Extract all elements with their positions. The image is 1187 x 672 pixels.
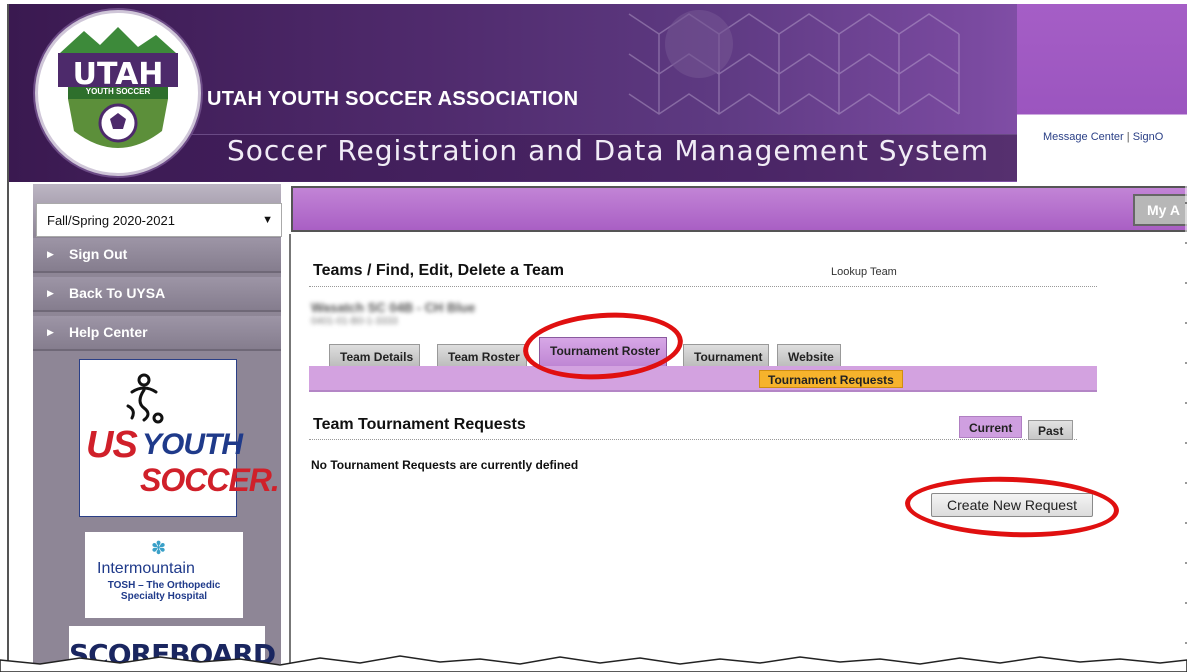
highlight-circle-create-request [904, 473, 1120, 541]
sidebar-item-label: Sign Out [69, 246, 128, 262]
season-select[interactable]: Fall/Spring 2020-2021 ▼ [36, 203, 282, 237]
sidebar: Fall/Spring 2020-2021 ▼ ▶ Sign Out ▶ Bac… [33, 184, 282, 664]
triangle-right-icon: ▶ [47, 288, 54, 298]
tab-team-roster[interactable]: Team Roster [437, 344, 527, 366]
soccer-net-graphic [628, 10, 960, 115]
intermountain-subtitle: TOSH – The Orthopedic Specialty Hospital [107, 580, 221, 602]
main-content: Teams / Find, Edit, Delete a Team Lookup… [289, 234, 1187, 664]
sidebar-item-label: Back To UYSA [69, 285, 166, 301]
utah-youth-soccer-logo: UTAH YOUTH SOCCER [35, 10, 201, 176]
torn-bottom-edge [0, 655, 1187, 672]
system-name: Soccer Registration and Data Management … [227, 134, 990, 167]
tab-website[interactable]: Website [777, 344, 841, 366]
tab-tournament[interactable]: Tournament [683, 344, 770, 366]
my-account-button[interactable]: My A [1133, 194, 1187, 226]
intermountain-name: Intermountain [97, 560, 195, 577]
sign-out-top-link[interactable]: SignO [1133, 131, 1164, 143]
empty-message: No Tournament Requests are currently def… [311, 458, 579, 472]
org-name: UTAH YOUTH SOCCER ASSOCIATION [207, 88, 579, 110]
top-links: Message Center | SignO [1043, 131, 1163, 143]
team-name-blurred: Wasatch SC 04B - CH Blue 0401-01-B0-1-33… [311, 300, 511, 328]
tab-current[interactable]: Current [959, 416, 1023, 438]
sidebar-item-label: Help Center [69, 324, 148, 340]
us-youth-soccer-sponsor[interactable]: US YOUTH SOCCER. [79, 359, 280, 517]
section-title: Team Tournament Requests [313, 416, 526, 433]
site-banner: UTAH YOUTH SOCCER UTAH YOUTH SOCCER ASSO… [9, 4, 1187, 182]
my-account-label: My A [1147, 202, 1180, 218]
banner-right-panel [1017, 4, 1187, 182]
team-name: Wasatch SC 04B - CH Blue [311, 300, 476, 315]
title-divider [309, 286, 1097, 287]
subtab-bar: Tournament Requests [309, 366, 1097, 392]
page-title: Teams / Find, Edit, Delete a Team [313, 262, 565, 279]
content-header-bar: My A [291, 186, 1187, 232]
section-divider [309, 439, 1077, 440]
sidebar-item-help-center[interactable]: ▶ Help Center [33, 316, 281, 351]
soccer-player-icon [126, 373, 164, 424]
usys-soccer-text: SOCCER. [140, 462, 280, 498]
intermountain-sponsor[interactable]: ✽ Intermountain TOSH – The Orthopedic Sp… [85, 532, 243, 618]
triangle-right-icon: ▶ [47, 327, 54, 337]
triangle-right-icon: ▶ [47, 249, 54, 259]
sidebar-item-sign-out[interactable]: ▶ Sign Out [33, 238, 281, 273]
app-frame: UTAH YOUTH SOCCER UTAH YOUTH SOCCER ASSO… [7, 4, 1187, 664]
tab-team-details[interactable]: Team Details [329, 344, 421, 366]
logo-subtext: YOUTH SOCCER [85, 87, 151, 96]
subtab-tournament-requests[interactable]: Tournament Requests [759, 370, 903, 388]
usys-us-text: US [86, 424, 138, 466]
intermountain-logo-icon: ✽ [151, 538, 167, 558]
usys-youth-text: YOUTH [142, 428, 243, 461]
sidebar-item-back-to-uysa[interactable]: ▶ Back To UYSA [33, 277, 281, 312]
lookup-team-link[interactable]: Lookup Team [831, 266, 897, 278]
message-center-link[interactable]: Message Center [1043, 131, 1124, 143]
tab-past[interactable]: Past [1028, 420, 1074, 440]
team-id: 0401-01-B0-1-3333 [311, 316, 398, 327]
season-select-value: Fall/Spring 2020-2021 [47, 213, 175, 228]
chevron-down-icon: ▼ [262, 214, 273, 226]
